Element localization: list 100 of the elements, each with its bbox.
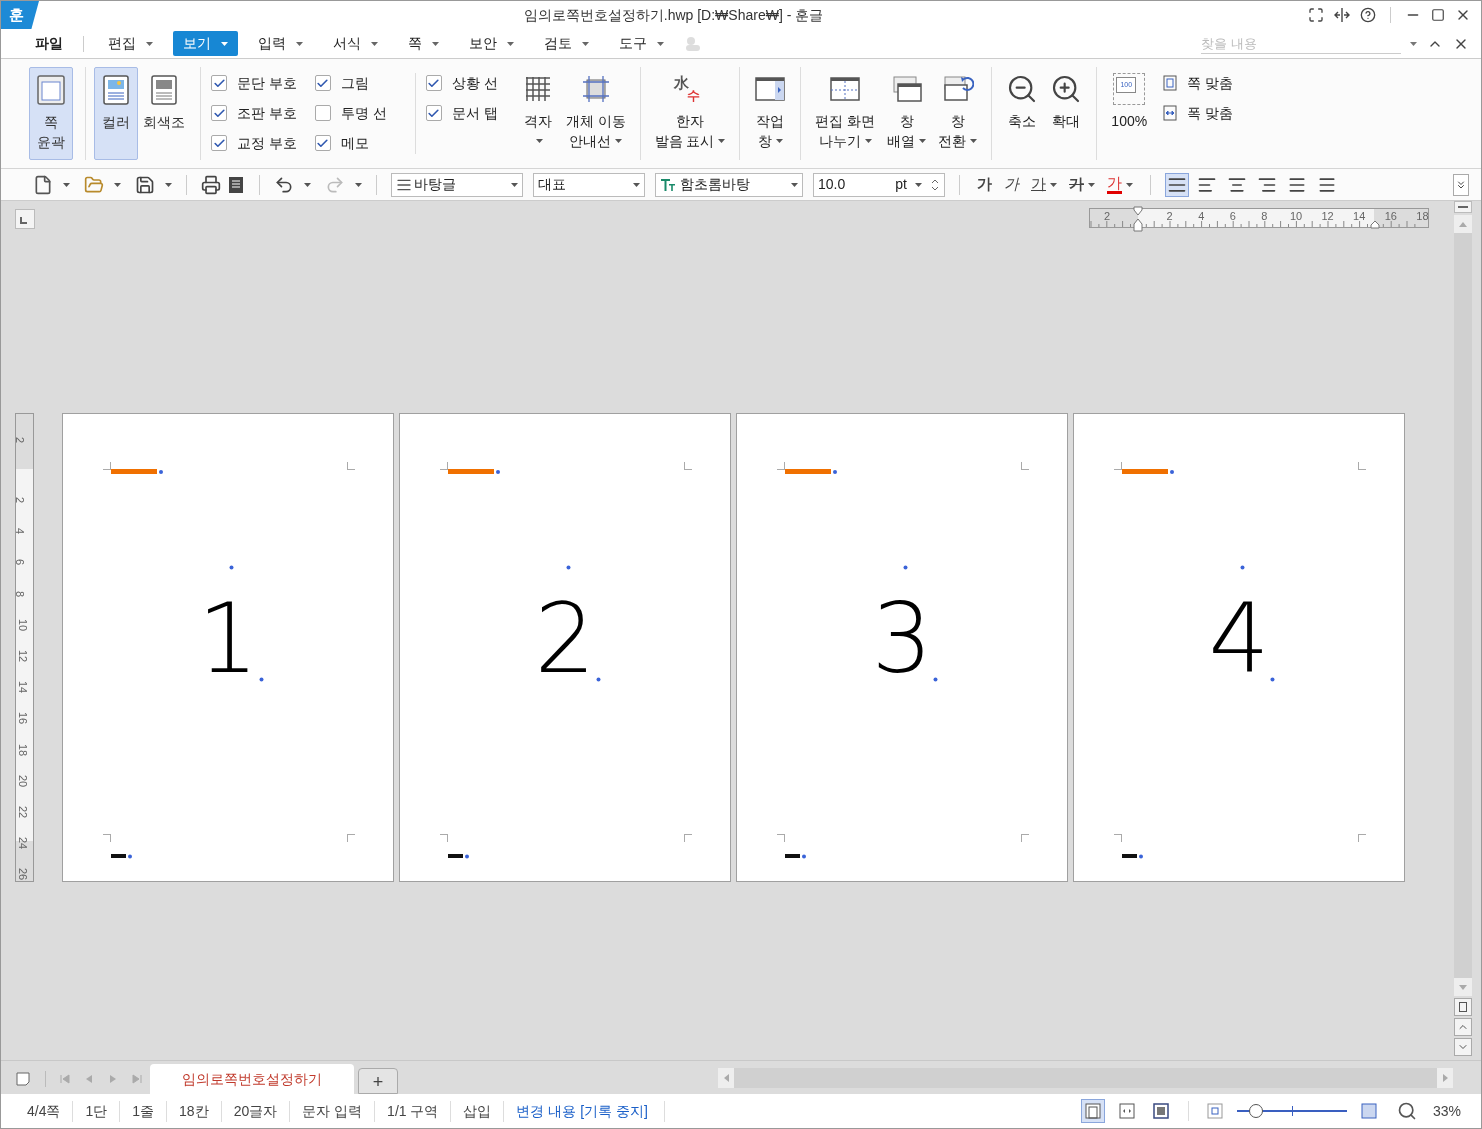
page-number: 4 (1208, 584, 1270, 694)
ribbon-button[interactable]: 水 수 한자 발음 표시 (648, 67, 732, 160)
footer-text-drawing (785, 854, 807, 859)
ribbon-button[interactable]: 창 배열 (881, 67, 933, 160)
menu-tab[interactable]: 보안 (459, 31, 524, 56)
page-outline-icon (36, 74, 66, 106)
zoom-slider-thumb[interactable] (1248, 1104, 1263, 1118)
language-dropdown[interactable]: 대표 (533, 172, 645, 197)
menu-tab[interactable]: 도구 (609, 31, 674, 56)
option-checkbox[interactable]: 문단 부호 (211, 73, 297, 93)
hanja-icon: 水 수 (674, 73, 706, 105)
ribbon-button[interactable]: 작업 창 (748, 67, 793, 160)
menu-tab[interactable]: 보기 (173, 31, 238, 56)
fullscreen-icon[interactable] (1308, 7, 1324, 23)
maximize-icon[interactable] (1431, 8, 1445, 22)
checkbox[interactable] (314, 135, 331, 151)
window-title: 임의로쪽번호설정하기.hwp [D:₩Share₩] - 훈글 (523, 5, 824, 25)
checkbox[interactable] (425, 75, 442, 91)
ribbon-button[interactable]: 편집 화면 나누기 (809, 67, 882, 160)
checkbox[interactable] (211, 105, 227, 121)
ruler-toggle[interactable] (15, 209, 35, 229)
checkbox[interactable] (314, 105, 331, 121)
ribbon-button[interactable]: 격자 (515, 67, 560, 160)
ruler-label: 4 (14, 528, 27, 535)
menu-tab[interactable]: 편집 (98, 31, 163, 56)
style-dropdown[interactable]: 바탕글 (391, 172, 523, 197)
checkbox[interactable] (425, 105, 442, 121)
caret-icon (63, 182, 70, 187)
option-checkbox[interactable]: 교정 부호 (211, 133, 297, 153)
format-button[interactable]: 가 (1028, 173, 1060, 196)
windows-icon (890, 73, 923, 105)
help-icon[interactable] (1360, 7, 1376, 23)
page-view-icon (1084, 1103, 1101, 1119)
option-checkbox[interactable]: 투명 선 (314, 103, 387, 123)
view-mode-button[interactable]: 회색조 (142, 67, 186, 160)
option-checkbox[interactable]: 그림 (314, 73, 387, 93)
ruler-label: 4 (1198, 210, 1205, 222)
right-margin-marker-icon[interactable] (1370, 220, 1380, 229)
add-tab-button[interactable]: + (358, 1068, 398, 1094)
page-number: 3 (871, 584, 933, 694)
menu-tab[interactable]: 서식 (323, 31, 388, 56)
caret-icon (511, 182, 518, 187)
fit-button[interactable]: 폭 맞춤 (1163, 103, 1234, 123)
undo-icon[interactable] (274, 174, 294, 195)
option-checkbox[interactable]: 메모 (314, 133, 387, 153)
view-mode-button[interactable] (1080, 1099, 1105, 1123)
checkbox[interactable] (314, 75, 331, 91)
page-view-icon[interactable] (1454, 998, 1472, 1016)
document-tab[interactable]: 임의로쪽번호설정하기 (150, 1064, 354, 1094)
ruler-label: 10 (17, 618, 30, 631)
footer-text-drawing (448, 854, 470, 859)
view-mode-button[interactable]: 컬러 (94, 67, 138, 160)
save-icon[interactable] (135, 174, 155, 195)
search-field[interactable]: 찾을 내용 (1201, 33, 1401, 54)
preview-icon[interactable] (227, 175, 245, 194)
indent-marker-icon[interactable] (1133, 206, 1143, 232)
font-size-field[interactable]: 10.0 pt (813, 172, 945, 197)
format-button[interactable]: 가 (1104, 175, 1136, 194)
menu-tab[interactable]: 쪽 (398, 31, 449, 56)
app-logo[interactable]: 훈 (1, 1, 39, 29)
header-text-drawing (448, 469, 501, 475)
caret-icon (582, 41, 589, 46)
ruler-label: 22 (17, 805, 30, 819)
resize-icon[interactable] (1334, 8, 1350, 22)
menu-tab[interactable]: 검토 (534, 31, 599, 56)
fit-button[interactable]: 쪽 맞춤 (1163, 73, 1234, 93)
caret-icon (507, 41, 514, 46)
option-checkbox[interactable]: 문서 탭 (425, 103, 498, 123)
checkbox[interactable] (211, 135, 227, 151)
ribbon-button[interactable]: 확대 (1044, 67, 1089, 160)
font-dropdown[interactable]: 함초롬바탕 (655, 172, 803, 197)
zoom-slider[interactable] (1236, 1103, 1347, 1119)
zoom-large-icon[interactable] (1360, 1103, 1377, 1119)
new-document-icon[interactable] (33, 174, 53, 195)
ribbon-button[interactable]: 개체 이동 안내선 (559, 67, 632, 160)
folder-icon[interactable] (84, 174, 104, 195)
align-button[interactable] (1165, 172, 1189, 197)
format-button[interactable]: 가 (1066, 173, 1098, 196)
more-button[interactable] (1453, 173, 1469, 196)
format-button[interactable]: 가 (974, 173, 995, 196)
status-item: 1단 (73, 1100, 121, 1122)
header-text-drawing (1122, 469, 1175, 475)
menu-tab[interactable]: 파일 (25, 31, 73, 56)
menu-tab[interactable]: 입력 (248, 31, 313, 56)
paragraph-mark-icon (259, 677, 264, 682)
ruler-label: 8 (14, 590, 27, 597)
caret-icon (615, 139, 623, 143)
option-checkbox[interactable]: 조판 부호 (211, 103, 297, 123)
split-handle[interactable] (1454, 201, 1472, 213)
search-icon[interactable] (1396, 1101, 1417, 1121)
ribbon-button[interactable]: 창 전환 (932, 67, 984, 160)
ribbon-button[interactable]: 축소 (1000, 67, 1045, 160)
paragraph-mark-icon (933, 677, 938, 682)
format-button[interactable]: 가 (1001, 173, 1022, 196)
view-mode-button[interactable]: 쪽 윤곽 (29, 67, 73, 160)
status-item: 변경 내용 [기록 중지] (504, 1100, 665, 1122)
page-icon[interactable] (15, 1071, 31, 1087)
option-checkbox[interactable]: 상황 선 (425, 73, 498, 93)
checkbox[interactable] (211, 75, 227, 91)
print-icon[interactable] (201, 174, 221, 195)
